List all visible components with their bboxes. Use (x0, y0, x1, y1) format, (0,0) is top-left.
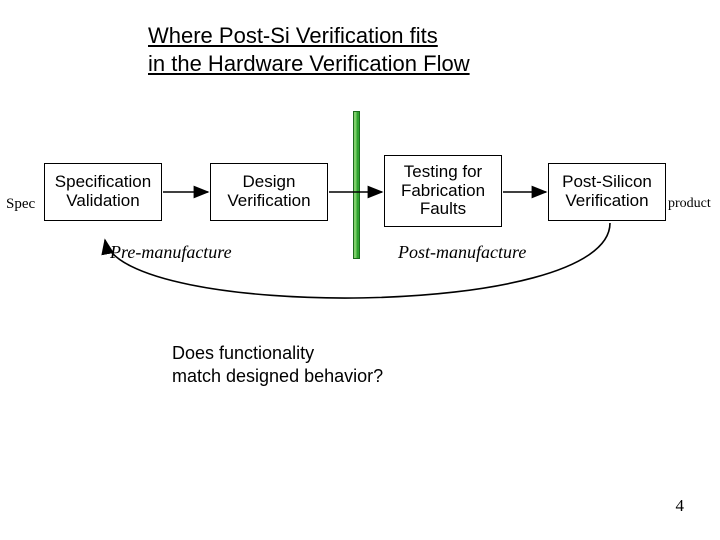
spec-label: Spec (6, 196, 35, 213)
page-number: 4 (676, 496, 685, 516)
product-label: product (668, 196, 711, 212)
question-text: Does functionality match designed behavi… (172, 342, 383, 387)
phase-post-manufacture: Post-manufacture (398, 242, 526, 263)
slide-title: Where Post-Si Verification fits in the H… (148, 22, 470, 77)
title-line-1: Where Post-Si Verification fits (148, 23, 438, 48)
question-line-2: match designed behavior? (172, 366, 383, 386)
box-1-text: Specification Validation (51, 173, 155, 210)
box-post-silicon-verification: Post-Silicon Verification (548, 163, 666, 221)
box-4-text: Post-Silicon Verification (555, 173, 659, 210)
phase-pre-manufacture: Pre-manufacture (110, 242, 232, 263)
arrows-layer (0, 0, 720, 540)
box-fabrication-faults: Testing for Fabrication Faults (384, 155, 502, 227)
box-specification-validation: Specification Validation (44, 163, 162, 221)
box-design-verification: Design Verification (210, 163, 328, 221)
divider-bar (353, 111, 360, 259)
title-line-2: in the Hardware Verification Flow (148, 51, 470, 76)
box-2-text: Design Verification (217, 173, 321, 210)
box-3-text: Testing for Fabrication Faults (391, 163, 495, 219)
question-line-1: Does functionality (172, 343, 314, 363)
